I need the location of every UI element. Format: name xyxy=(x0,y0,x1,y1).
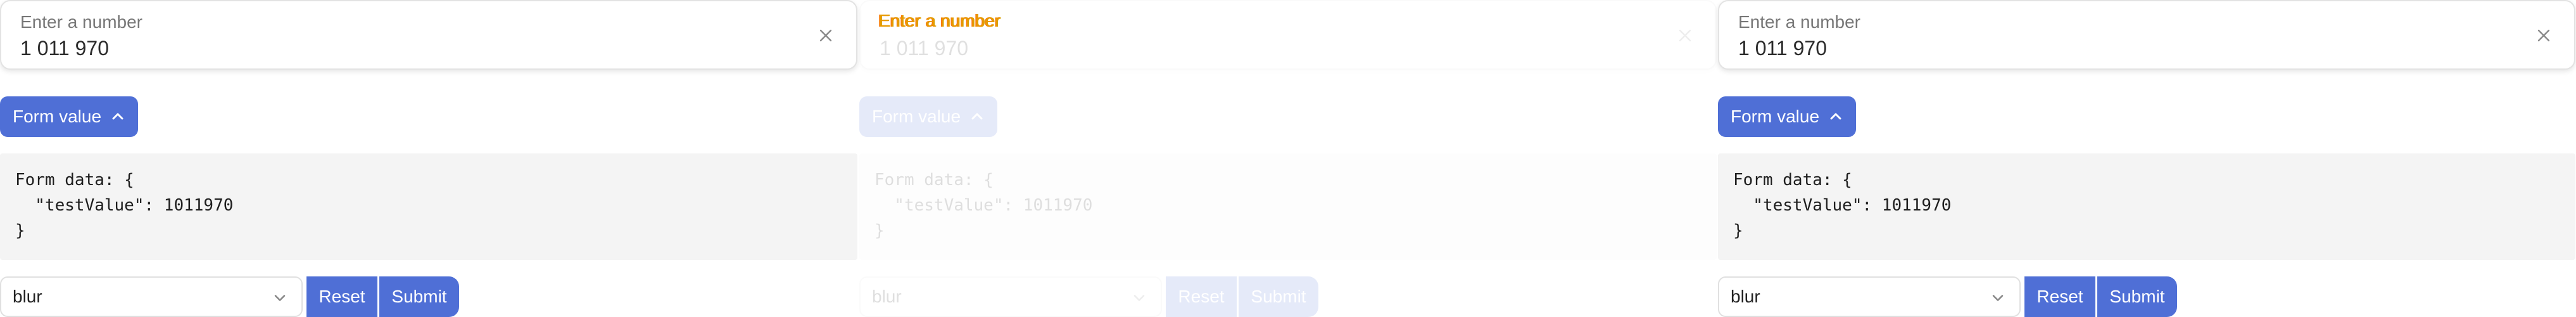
form-value-toggle-label: Form value xyxy=(872,107,961,126)
submit-button[interactable]: Submit xyxy=(1239,276,1318,317)
form-value-toggle-button[interactable]: Form value xyxy=(0,96,139,137)
submit-button[interactable]: Submit xyxy=(379,276,459,317)
reset-button[interactable]: Reset xyxy=(2024,276,2095,317)
number-field-value[interactable]: 1 011 970 xyxy=(1738,36,1827,61)
close-icon xyxy=(819,29,832,42)
form-value-toggle-button[interactable]: Form value xyxy=(859,96,998,137)
submit-button[interactable]: Submit xyxy=(2097,276,2177,317)
form-value-toggle-label: Form value xyxy=(13,107,102,126)
form-value-toggle-label: Form value xyxy=(1731,107,1820,126)
chevron-down-icon xyxy=(274,295,286,301)
chevron-up-icon xyxy=(971,113,983,120)
form-data-output: Form data: { "testValue": 1011970 } xyxy=(0,153,857,260)
clear-button[interactable] xyxy=(2531,23,2556,48)
number-field-label: Enter a number xyxy=(1738,12,1860,32)
number-field[interactable]: Enter a number 1 011 970 xyxy=(1718,0,2575,70)
mode-select[interactable]: blur xyxy=(0,276,303,317)
demo-panel-3: Enter a number 1 011 970 Form value Form… xyxy=(1718,0,2575,317)
demo-panel-2: 1 011 970 Enter a number Form value Form… xyxy=(859,0,1717,317)
chevron-up-icon xyxy=(112,113,123,120)
close-icon xyxy=(2537,29,2550,42)
mode-select-value: blur xyxy=(872,287,902,306)
number-field-label: Enter a number xyxy=(878,11,1001,30)
reset-button[interactable]: Reset xyxy=(306,276,377,317)
number-field-value[interactable]: 1 011 970 xyxy=(20,36,109,61)
form-data-output: Form data: { "testValue": 1011970 } xyxy=(1718,153,2575,260)
close-icon xyxy=(1679,29,1691,42)
form-value-toggle-button[interactable]: Form value xyxy=(1718,96,1857,137)
chevron-up-icon xyxy=(1830,113,1841,120)
number-field-value[interactable]: 1 011 970 xyxy=(880,36,968,61)
reset-button[interactable]: Reset xyxy=(1166,276,1237,317)
demo-panel-1: Enter a number 1 011 970 Form value Form… xyxy=(0,0,857,317)
clear-button[interactable] xyxy=(1672,23,1698,48)
chevron-down-icon xyxy=(1992,295,2004,301)
mode-select-value: blur xyxy=(13,287,42,306)
number-field-label: Enter a number xyxy=(20,12,142,32)
clear-button[interactable] xyxy=(813,23,838,48)
chevron-down-icon xyxy=(1133,295,1145,301)
form-data-output: Form data: { "testValue": 1011970 } xyxy=(859,153,1717,260)
mode-select[interactable]: blur xyxy=(859,276,1162,317)
number-field[interactable]: Enter a number 1 011 970 xyxy=(0,0,857,70)
mode-select-value: blur xyxy=(1731,287,1760,306)
mode-select[interactable]: blur xyxy=(1718,276,2021,317)
